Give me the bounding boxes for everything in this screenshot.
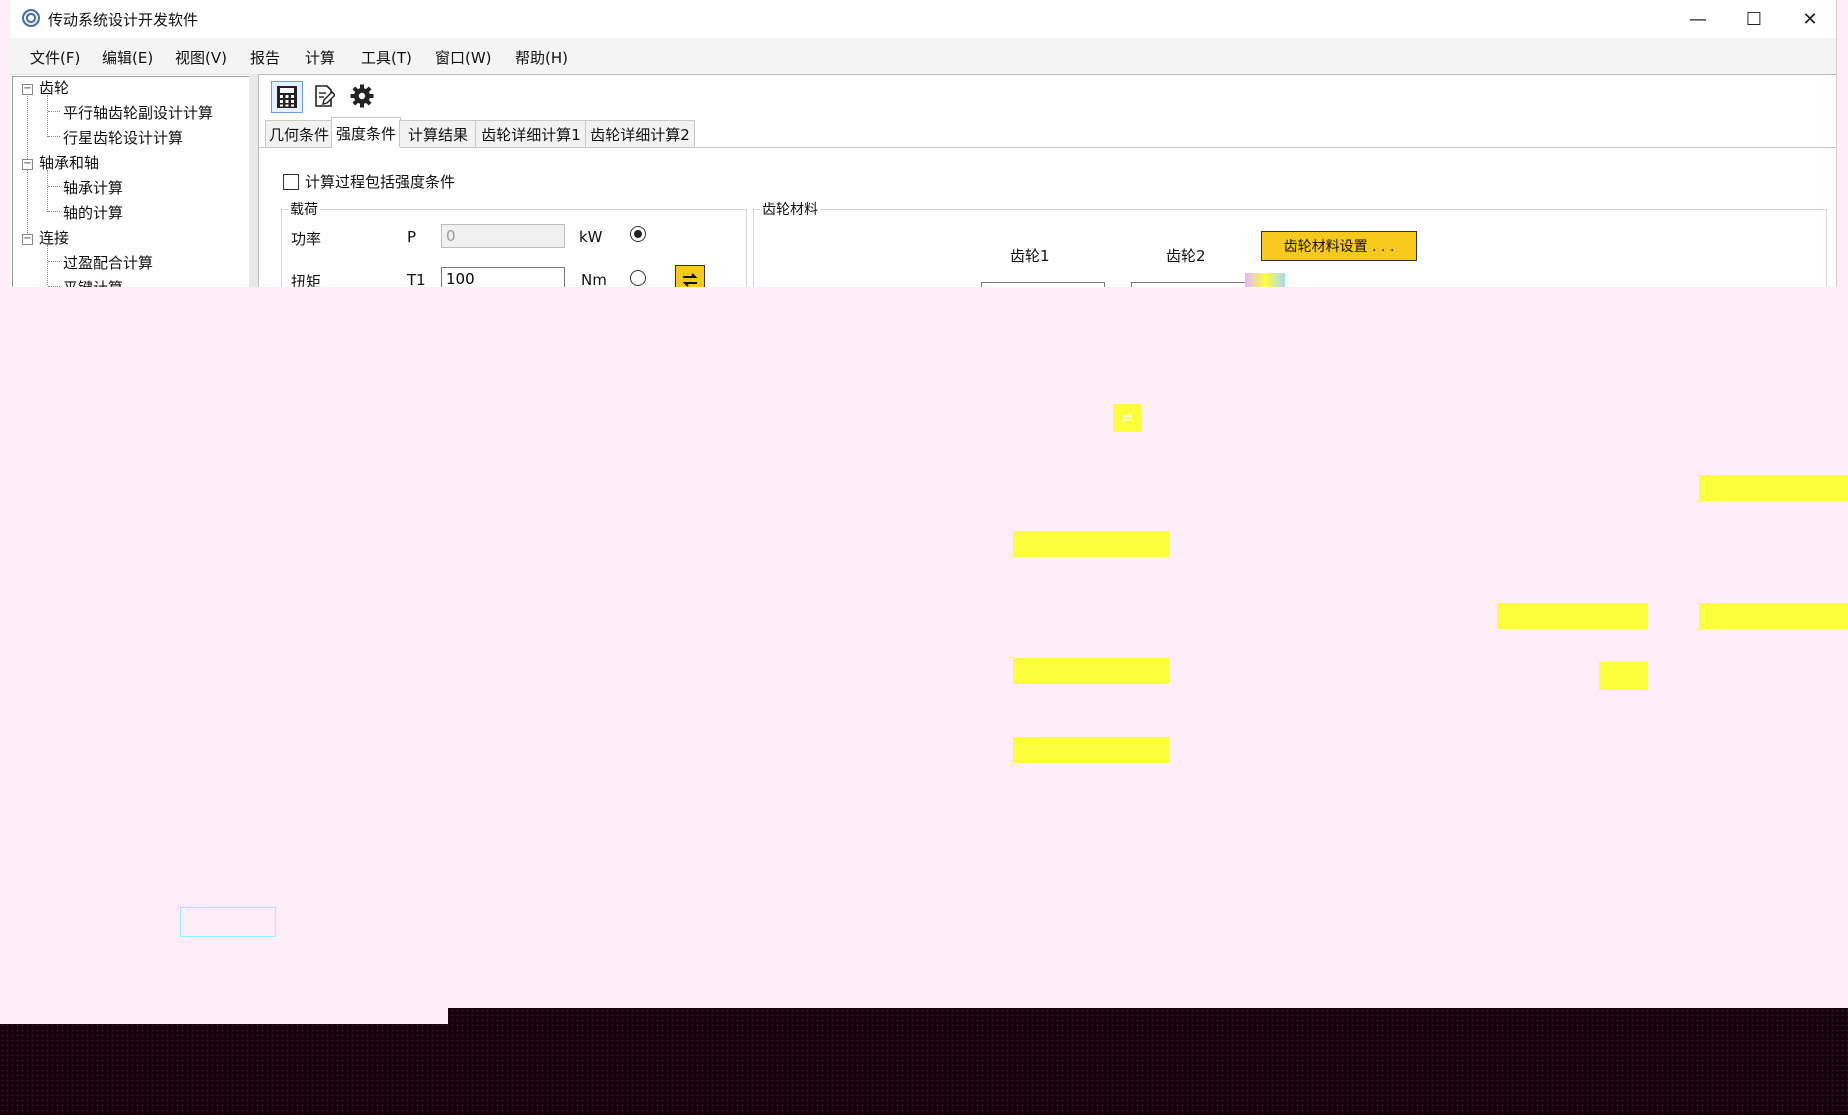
tree-item-flat-key[interactable]: 平键计算	[63, 277, 123, 287]
module-tree: − 齿轮 平行轴齿轮副设计计算 行星齿轮设计计算 − 轴承和轴 轴承计算 轴的计…	[12, 76, 250, 287]
tab-geometry[interactable]: 几何条件	[265, 120, 333, 147]
gear1-header: 齿轮1	[1010, 247, 1050, 265]
menu-report[interactable]: 报告	[250, 47, 280, 68]
tree-item-parallel-gear[interactable]: 平行轴齿轮副设计计算	[63, 102, 213, 123]
faded-button-4	[1699, 475, 1848, 501]
menu-calculate[interactable]: 计算	[305, 47, 335, 68]
tab-gear-detail-2[interactable]: 齿轮详细计算2	[585, 120, 695, 147]
torque-symbol: T1	[407, 271, 426, 287]
torque-label: 扭矩	[291, 273, 322, 287]
power-input[interactable]	[441, 224, 565, 248]
faded-button-6	[1699, 603, 1848, 629]
close-button[interactable]: ✕	[1782, 0, 1836, 38]
faded-button-1	[1013, 531, 1169, 557]
menu-view[interactable]: 视图(V)	[175, 47, 227, 68]
window-title: 传动系统设计开发软件	[48, 11, 199, 29]
tree-item-planetary-gear[interactable]: 行星齿轮设计计算	[63, 127, 183, 148]
include-strength-label: 计算过程包括强度条件	[305, 173, 456, 191]
swap-icon[interactable]	[675, 265, 705, 287]
power-label: 功率	[291, 230, 322, 248]
gear-material-title: 齿轮材料	[762, 202, 818, 218]
pane-splitter[interactable]	[249, 74, 258, 287]
menu-bar: 文件(F) 编辑(E) 视图(V) 报告 计算 工具(T) 窗口(W) 帮助(H…	[10, 38, 1836, 75]
gear2-header: 齿轮2	[1166, 247, 1206, 265]
menu-tools[interactable]: 工具(T)	[361, 47, 412, 68]
load-group-title: 载荷	[290, 202, 318, 218]
main-panel: 几何条件 强度条件 计算结果 齿轮详细计算1 齿轮详细计算2 计算过程包括强度条…	[258, 74, 1836, 287]
faded-input-outline	[180, 907, 276, 937]
tab-gear-detail-1[interactable]: 齿轮详细计算1	[475, 120, 587, 147]
faded-button-2	[1013, 658, 1169, 684]
minimize-button[interactable]: —	[1670, 0, 1726, 38]
faded-swap-icon: ⇄	[1113, 404, 1141, 432]
torque-unit: Nm	[581, 271, 607, 287]
tree-node-bearing-shaft[interactable]: 轴承和轴	[39, 152, 99, 173]
faded-button-3	[1013, 737, 1169, 763]
faded-overlay	[0, 287, 1848, 1008]
power-symbol: P	[407, 228, 417, 246]
power-radio[interactable]	[630, 226, 646, 242]
maximize-button[interactable]: ☐	[1726, 0, 1782, 38]
faded-button-7	[1599, 662, 1648, 690]
collapse-connection-icon[interactable]: −	[22, 234, 33, 245]
power-unit: kW	[579, 228, 603, 246]
menu-window[interactable]: 窗口(W)	[435, 47, 492, 68]
gear-icon[interactable]	[347, 81, 377, 111]
tab-strip: 几何条件 强度条件 计算结果 齿轮详细计算1 齿轮详细计算2	[259, 117, 1836, 148]
include-strength-checkbox[interactable]	[283, 174, 299, 190]
collapse-bearing-icon[interactable]: −	[22, 159, 33, 170]
tree-item-shaft-calc[interactable]: 轴的计算	[63, 202, 123, 223]
menu-file[interactable]: 文件(F)	[30, 47, 80, 68]
app-gear-icon	[22, 9, 40, 27]
title-bar: 传动系统设计开发软件 — ☐ ✕	[10, 0, 1836, 38]
tab-strength[interactable]: 强度条件	[331, 117, 401, 148]
overlay-notch	[0, 1008, 448, 1024]
tab-results[interactable]: 计算结果	[399, 120, 477, 147]
edit-document-icon[interactable]	[309, 81, 339, 111]
tree-node-gear[interactable]: 齿轮	[39, 77, 69, 98]
tree-item-bearing-calc[interactable]: 轴承计算	[63, 177, 123, 198]
torque-radio[interactable]	[630, 270, 646, 286]
menu-edit[interactable]: 编辑(E)	[102, 47, 153, 68]
glitch-strip	[1245, 273, 1285, 287]
torque-input[interactable]	[441, 267, 565, 287]
tree-node-connection[interactable]: 连接	[39, 227, 69, 248]
collapse-gear-icon[interactable]: −	[22, 84, 33, 95]
faded-button-5	[1497, 603, 1648, 629]
gear-material-settings-button[interactable]: 齿轮材料设置 . . .	[1261, 231, 1417, 261]
app-window: 传动系统设计开发软件 — ☐ ✕ 文件(F) 编辑(E) 视图(V) 报告 计算…	[10, 0, 1837, 287]
black-bottom-band	[0, 1008, 1848, 1115]
calculator-icon[interactable]	[271, 81, 303, 113]
tree-item-interference-fit[interactable]: 过盈配合计算	[63, 252, 153, 273]
menu-help[interactable]: 帮助(H)	[515, 47, 568, 68]
